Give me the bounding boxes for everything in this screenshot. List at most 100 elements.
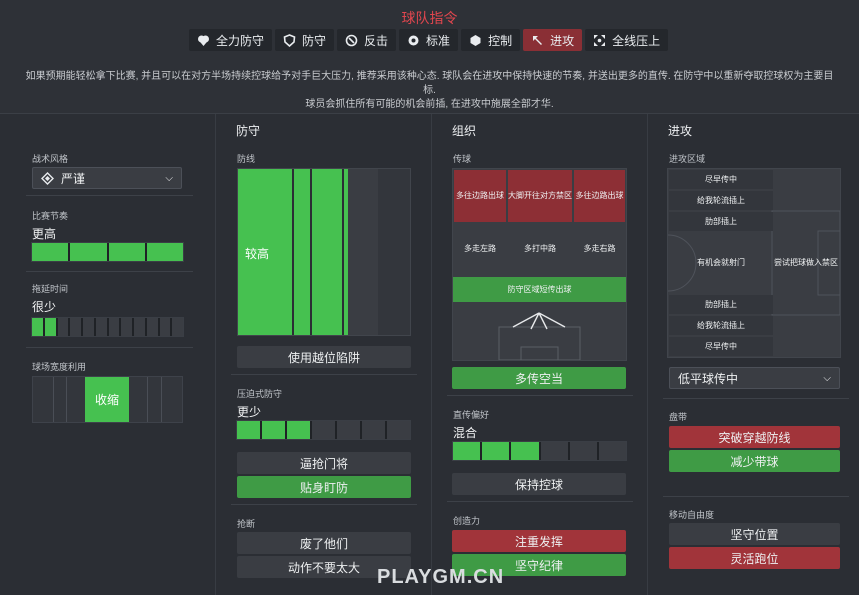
pass-zone-short-build[interactable]: 防守区域短传出球 xyxy=(453,277,626,302)
slider-segment xyxy=(134,318,145,336)
press-slider[interactable] xyxy=(236,420,411,440)
cross-type-value: 低平球传中 xyxy=(678,371,739,386)
pass-zone-left[interactable]: 多走左路 xyxy=(454,225,506,273)
tab-counter[interactable]: 反击 xyxy=(337,29,397,51)
slider-segment xyxy=(453,442,481,460)
defence-heading: 防守 xyxy=(236,124,261,138)
passing-pitch: 多往边路出球 大脚开往对方禁区 多往边路出球 多走左路 多打中路 多走右路 防守… xyxy=(452,168,627,361)
directness-label: 直传偏好 xyxy=(453,410,490,420)
attack-zone[interactable]: 尽早传中 xyxy=(669,337,773,356)
tab-very-attacking[interactable]: 全线压上 xyxy=(585,29,669,51)
tackle-harder-button[interactable]: 废了他们 xyxy=(237,532,411,554)
slider-segment xyxy=(540,442,568,460)
pass-zone-center[interactable]: 多打中路 xyxy=(508,225,572,273)
slider-segment xyxy=(146,318,158,336)
slider-segment xyxy=(70,318,81,336)
tight-marking-button[interactable]: 贴身盯防 xyxy=(237,476,411,498)
tab-label: 控制 xyxy=(488,33,513,48)
tab-attacking[interactable]: 进攻 xyxy=(523,29,583,51)
slider-segment xyxy=(569,442,597,460)
goal-area xyxy=(378,169,410,335)
attack-zone[interactable]: 给我轮流插上 xyxy=(669,191,773,210)
width-selector[interactable]: 收缩 xyxy=(32,376,183,423)
dribble-more-button[interactable]: 突破穿越防线 xyxy=(669,426,840,448)
attack-zone[interactable]: 肋部插上 xyxy=(669,212,773,231)
attack-zone-box[interactable]: 尝试把球做入禁区 xyxy=(772,233,840,293)
divider-line xyxy=(663,496,849,497)
attack-zone[interactable]: 肋部插上 xyxy=(669,295,773,314)
attack-area-pitch: 尽早传中 给我轮流插上 肋部插上 有机会就射门 肋部插上 给我轮流插上 尽早传中… xyxy=(667,168,841,358)
slider-segment xyxy=(32,243,69,261)
tab-very-defensive[interactable]: 全力防守 xyxy=(189,29,273,51)
dribble-less-button[interactable]: 减少带球 xyxy=(669,450,840,472)
slider-segment xyxy=(172,318,183,336)
pass-zone-right-wide[interactable]: 多往边路出球 xyxy=(574,170,625,222)
attack-area-label: 进攻区域 xyxy=(669,154,706,164)
shield-heart-icon xyxy=(197,34,210,47)
team-instructions-page: 球队指令 全力防守 防守 反击 标准 控制 进攻 全线压上 如果预期能轻松拿下比… xyxy=(0,0,859,595)
mentality-header: 球队指令 全力防守 防守 反击 标准 控制 进攻 全线压上 如果预期能轻松拿下比… xyxy=(0,0,859,114)
counter-icon xyxy=(345,34,358,47)
organisation-column: 组织 传球 多往边路出球 大脚开往对方禁区 多往边路出球 多走左路 多打中路 多… xyxy=(432,114,647,595)
tab-label: 全力防守 xyxy=(216,33,265,48)
press-label: 压迫式防守 xyxy=(237,389,283,399)
press-keeper-button[interactable]: 逼抢门将 xyxy=(237,452,411,474)
tackling-label: 抢断 xyxy=(237,519,256,529)
divider-line xyxy=(26,195,193,196)
slider-segment xyxy=(159,318,171,336)
divider-line xyxy=(663,398,849,399)
tab-label: 全线压上 xyxy=(612,33,661,48)
divider-line xyxy=(231,374,417,375)
movement-label: 移动自由度 xyxy=(669,510,715,520)
slider-segment xyxy=(337,421,360,439)
all-out-icon xyxy=(593,34,606,47)
press-value: 更少 xyxy=(237,405,262,419)
defensive-line-value: 较高 xyxy=(245,247,270,261)
attack-heading: 进攻 xyxy=(668,124,693,138)
slider-segment xyxy=(362,421,385,439)
divider-line xyxy=(26,271,193,272)
tab-balanced[interactable]: 标准 xyxy=(399,29,459,51)
width-marker xyxy=(66,377,67,422)
tab-control[interactable]: 控制 xyxy=(461,29,521,51)
attack-zone[interactable]: 尽早传中 xyxy=(669,170,773,189)
pass-zone-right[interactable]: 多走右路 xyxy=(574,225,625,273)
line-marker xyxy=(292,169,294,335)
roam-button[interactable]: 灵活跑位 xyxy=(669,547,840,569)
defensive-line-pitch[interactable]: 较高 xyxy=(237,168,411,336)
chevron-down-icon: ⌵ xyxy=(165,172,173,184)
offside-trap-button[interactable]: 使用越位陷阱 xyxy=(237,346,411,368)
divider-line xyxy=(447,501,633,502)
line-marker xyxy=(310,169,312,335)
watermark: PLAYGM.CN xyxy=(377,566,505,588)
divider-line xyxy=(26,347,193,348)
slider-segment xyxy=(70,243,107,261)
attack-zone[interactable]: 有机会就射门 xyxy=(669,233,773,293)
pass-zone-left-wide[interactable]: 多往边路出球 xyxy=(454,170,506,222)
overlap-button[interactable]: 多传空当 xyxy=(452,367,626,389)
width-value: 收缩 xyxy=(94,393,119,407)
tab-label: 标准 xyxy=(426,33,451,48)
defensive-line-label: 防线 xyxy=(237,154,256,164)
retain-possession-button[interactable]: 保持控球 xyxy=(452,473,626,495)
cross-type-select[interactable]: 低平球传中 ⌵ xyxy=(669,367,840,389)
express-button[interactable]: 注重发挥 xyxy=(452,530,626,552)
tempo-label: 比赛节奏 xyxy=(32,211,69,221)
timewasting-slider[interactable] xyxy=(31,317,184,337)
directness-value: 混合 xyxy=(453,426,478,440)
hold-position-button[interactable]: 坚守位置 xyxy=(669,523,840,545)
dribble-label: 盘带 xyxy=(669,412,688,422)
slider-segment xyxy=(511,442,539,460)
width-marker xyxy=(161,377,162,422)
slider-segment xyxy=(32,318,43,336)
width-label: 球场宽度利用 xyxy=(32,362,87,372)
slider-segment xyxy=(387,421,410,439)
description-line-1: 如果预期能轻松拿下比赛, 并且可以在对方半场持续控球给予对手巨大压力, 推荐采用… xyxy=(25,71,834,96)
tempo-slider[interactable] xyxy=(31,242,184,262)
style-select[interactable]: 严谨 ⌵ xyxy=(32,167,182,189)
attack-zone[interactable]: 给我轮流插上 xyxy=(669,316,773,335)
mentality-tabs: 全力防守 防守 反击 标准 控制 进攻 全线压上 xyxy=(189,29,669,51)
tab-defensive[interactable]: 防守 xyxy=(275,29,335,51)
pass-zone-long-ball[interactable]: 大脚开往对方禁区 xyxy=(508,170,572,222)
directness-slider[interactable] xyxy=(452,441,627,461)
